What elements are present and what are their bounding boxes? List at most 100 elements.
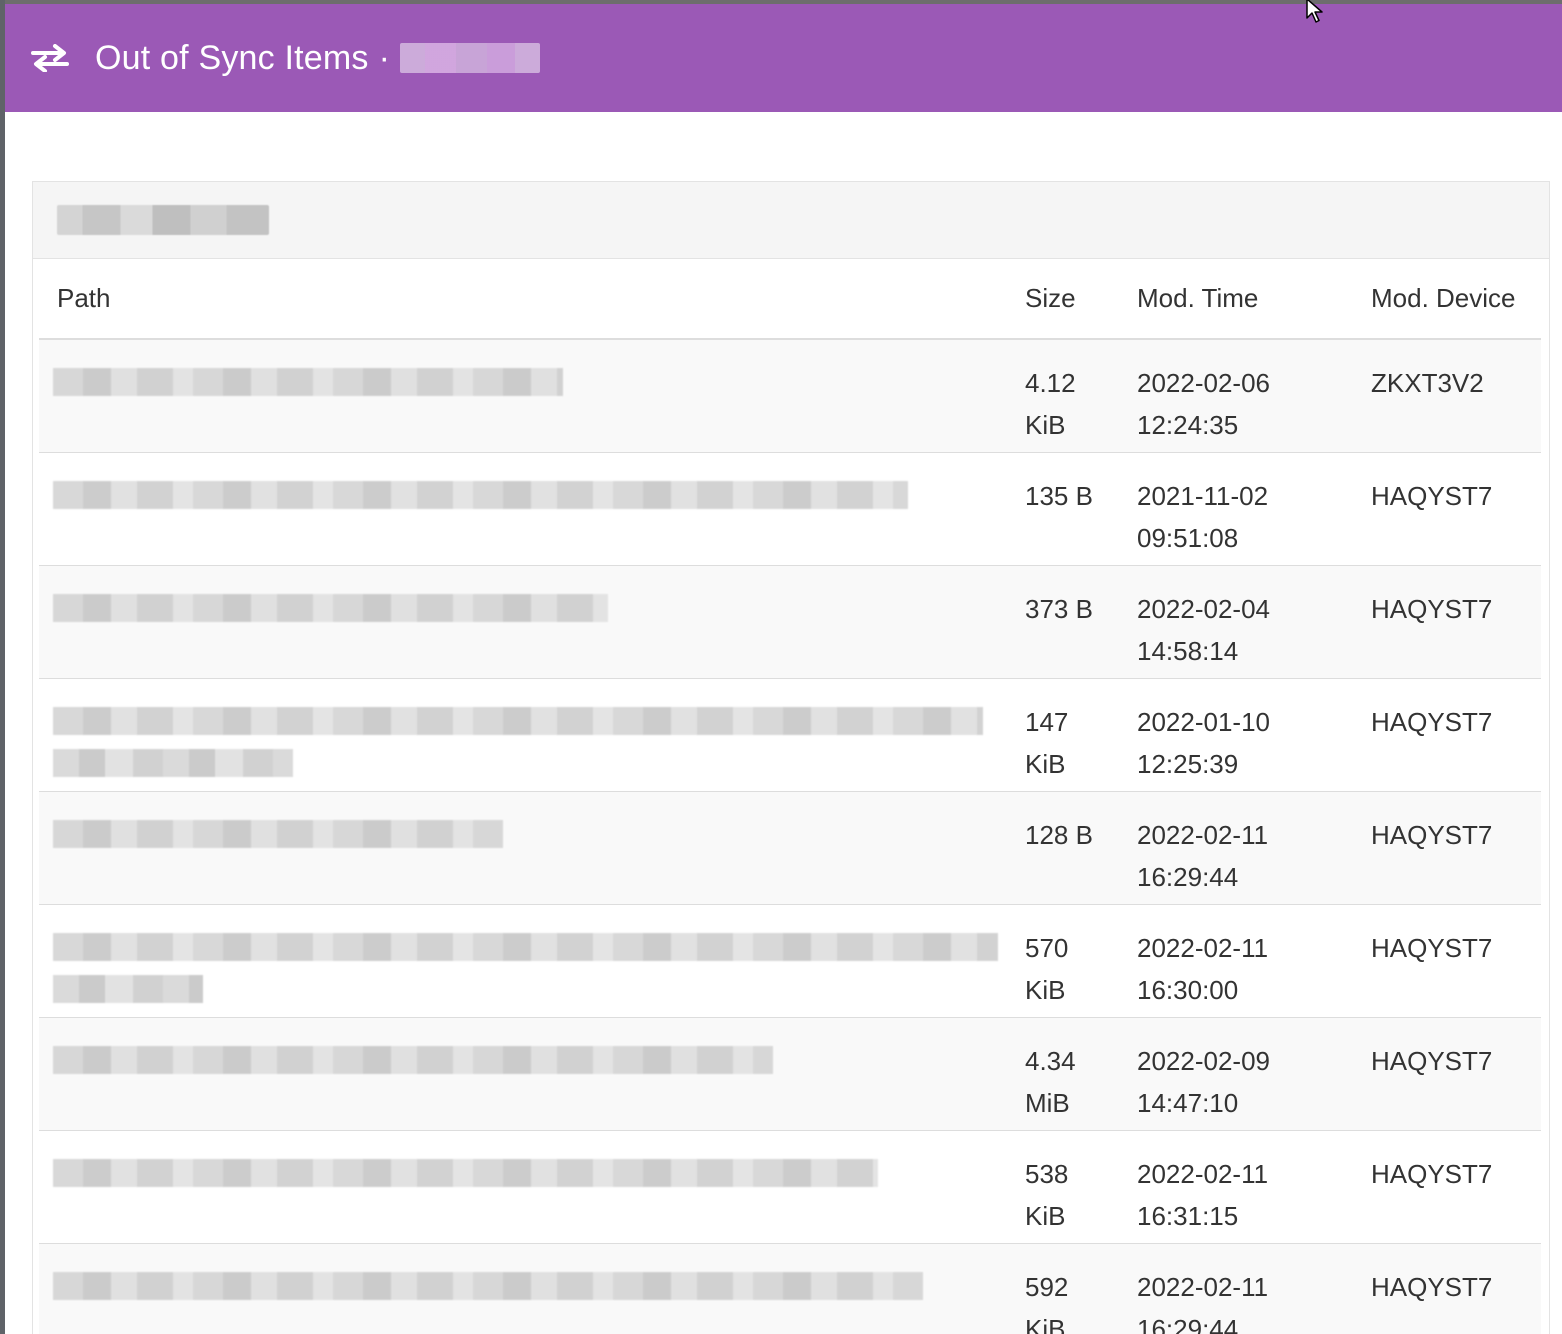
path-redacted-continued bbox=[53, 974, 203, 1003]
modal-header: Out of Sync Items · bbox=[5, 4, 1562, 112]
mod-time: 14:58:14 bbox=[1137, 635, 1239, 666]
mod-device-cell: HAQYST7 bbox=[1349, 1129, 1541, 1243]
mod-date: 2022-02-06 bbox=[1137, 368, 1270, 398]
size-cell: 4.34 MiB bbox=[1003, 1016, 1115, 1130]
window-left-edge bbox=[0, 0, 5, 1334]
size-unit: KiB bbox=[1025, 1313, 1066, 1334]
mod-time-cell: 2022-02-09 14:47:10 bbox=[1115, 1016, 1349, 1130]
mod-date: 2022-02-09 bbox=[1137, 1045, 1270, 1076]
path-redacted-continued bbox=[53, 748, 293, 777]
mod-date: 2022-02-11 bbox=[1137, 1271, 1269, 1302]
table-row: 4.34 MiB 2022-02-09 14:47:10 HAQYST7 bbox=[39, 1016, 1541, 1130]
mod-device-cell: HAQYST7 bbox=[1349, 677, 1541, 791]
path-redacted bbox=[53, 932, 998, 961]
modal-title: Out of Sync Items bbox=[95, 38, 369, 77]
mod-time-cell: 2022-01-10 12:25:39 bbox=[1115, 677, 1349, 791]
mod-time: 16:29:44 bbox=[1137, 1313, 1239, 1334]
mod-time-cell: 2022-02-11 16:29:44 bbox=[1115, 790, 1349, 904]
mod-date: 2022-01-10 bbox=[1137, 706, 1270, 737]
path-cell bbox=[39, 677, 1003, 791]
folder-name-redacted bbox=[399, 43, 540, 73]
path-cell bbox=[39, 1016, 1003, 1130]
table-header-row: Path Size Mod. Time Mod. Device bbox=[39, 259, 1541, 340]
mod-time-cell: 2022-02-11 16:29:44 bbox=[1115, 1242, 1349, 1334]
size-unit: MiB bbox=[1025, 1087, 1070, 1118]
table-row: 570 KiB 2022-02-11 16:30:00 HAQYST7 bbox=[39, 903, 1541, 1017]
size-cell: 592 KiB bbox=[1003, 1242, 1115, 1334]
mod-time: 12:25:39 bbox=[1137, 748, 1239, 779]
mod-time: 14:47:10 bbox=[1137, 1087, 1239, 1118]
size-cell: 373 B bbox=[1003, 564, 1115, 678]
size-value: 135 B bbox=[1025, 480, 1093, 511]
path-redacted bbox=[53, 819, 503, 848]
size-unit: KiB bbox=[1025, 410, 1066, 440]
size-value: 147 bbox=[1025, 706, 1069, 737]
mod-time: 09:51:08 bbox=[1137, 522, 1239, 553]
size-cell: 128 B bbox=[1003, 790, 1115, 904]
size-cell: 147 KiB bbox=[1003, 677, 1115, 791]
mod-time-cell: 2022-02-04 14:58:14 bbox=[1115, 564, 1349, 678]
path-cell bbox=[39, 790, 1003, 904]
mod-device-cell: ZKXT3V2 bbox=[1349, 338, 1541, 452]
path-redacted bbox=[53, 1271, 923, 1300]
table-row: 4.12 KiB 2022-02-06 12:24:35 ZKXT3V2 bbox=[39, 338, 1541, 452]
table-row: 128 B 2022-02-11 16:29:44 HAQYST7 bbox=[39, 790, 1541, 904]
size-cell: 570 KiB bbox=[1003, 903, 1115, 1017]
path-redacted bbox=[53, 368, 563, 396]
modal-page: Out of Sync Items · Path Size Mod. Time … bbox=[0, 0, 1562, 1334]
out-of-sync-table: Path Size Mod. Time Mod. Device 4.12 KiB … bbox=[39, 259, 1541, 1334]
path-cell bbox=[39, 451, 1003, 565]
mouse-pointer-icon bbox=[1306, 0, 1323, 23]
path-cell bbox=[39, 903, 1003, 1017]
device-name-redacted bbox=[57, 205, 269, 235]
mod-time-cell: 2022-02-11 16:31:15 bbox=[1115, 1129, 1349, 1243]
size-value: 592 bbox=[1025, 1271, 1069, 1302]
size-cell: 538 KiB bbox=[1003, 1129, 1115, 1243]
table-row: 147 KiB 2022-01-10 12:25:39 HAQYST7 bbox=[39, 677, 1541, 791]
mod-time-cell: 2022-02-11 16:30:00 bbox=[1115, 903, 1349, 1017]
size-value: 4.34 bbox=[1025, 1045, 1076, 1076]
path-cell bbox=[39, 564, 1003, 678]
path-redacted bbox=[53, 593, 608, 622]
title-separator: · bbox=[378, 38, 390, 77]
device-panel: Path Size Mod. Time Mod. Device 4.12 KiB … bbox=[32, 181, 1550, 1334]
path-redacted bbox=[53, 480, 908, 509]
size-unit: KiB bbox=[1025, 748, 1066, 779]
mod-device-cell: HAQYST7 bbox=[1349, 903, 1541, 1017]
table-row: 373 B 2022-02-04 14:58:14 HAQYST7 bbox=[39, 564, 1541, 678]
size-cell: 135 B bbox=[1003, 451, 1115, 565]
mod-date: 2022-02-11 bbox=[1137, 1158, 1269, 1189]
mod-device-cell: HAQYST7 bbox=[1349, 564, 1541, 678]
column-header-size: Size bbox=[1003, 259, 1115, 340]
path-cell bbox=[39, 338, 1003, 452]
path-redacted bbox=[53, 706, 983, 735]
table-row: 592 KiB 2022-02-11 16:29:44 HAQYST7 bbox=[39, 1242, 1541, 1334]
column-header-mod-device: Mod. Device bbox=[1349, 259, 1541, 340]
path-redacted bbox=[53, 1158, 878, 1187]
mod-date: 2021-11-02 bbox=[1137, 480, 1269, 511]
mod-time-cell: 2021-11-02 09:51:08 bbox=[1115, 451, 1349, 565]
panel-heading[interactable] bbox=[33, 182, 1549, 259]
size-value: 570 bbox=[1025, 932, 1069, 963]
mod-device-cell: HAQYST7 bbox=[1349, 1016, 1541, 1130]
mod-device-cell: HAQYST7 bbox=[1349, 1242, 1541, 1334]
mod-date: 2022-02-11 bbox=[1137, 932, 1269, 963]
column-header-path: Path bbox=[39, 259, 1003, 340]
size-cell: 4.12 KiB bbox=[1003, 338, 1115, 452]
mod-date: 2022-02-11 bbox=[1137, 819, 1269, 850]
mod-time: 16:30:00 bbox=[1137, 974, 1239, 1005]
size-value: 538 bbox=[1025, 1158, 1069, 1189]
path-cell bbox=[39, 1129, 1003, 1243]
mod-time: 12:24:35 bbox=[1137, 410, 1239, 440]
size-unit: KiB bbox=[1025, 974, 1066, 1005]
table-row: 135 B 2021-11-02 09:51:08 HAQYST7 bbox=[39, 451, 1541, 565]
mod-time: 16:31:15 bbox=[1137, 1200, 1239, 1231]
size-value: 373 B bbox=[1025, 593, 1093, 624]
mod-time-cell: 2022-02-06 12:24:35 bbox=[1115, 338, 1349, 452]
mod-device-cell: HAQYST7 bbox=[1349, 790, 1541, 904]
path-cell bbox=[39, 1242, 1003, 1334]
mod-time: 16:29:44 bbox=[1137, 861, 1239, 892]
size-value: 128 B bbox=[1025, 819, 1093, 850]
size-unit: KiB bbox=[1025, 1200, 1066, 1231]
size-value: 4.12 bbox=[1025, 368, 1076, 398]
